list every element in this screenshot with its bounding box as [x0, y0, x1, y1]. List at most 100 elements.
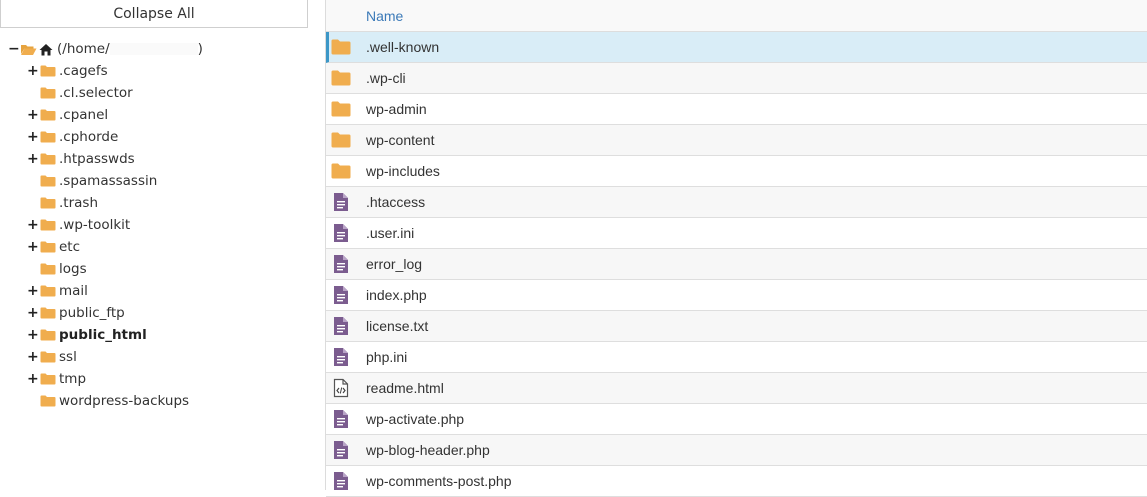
tree-item-label: mail [59, 283, 88, 299]
tree-item-tmp[interactable]: + tmp [27, 368, 86, 390]
expand-toggle-icon[interactable]: + [27, 129, 39, 145]
tree-item-label: .wp-toolkit [59, 217, 131, 233]
expand-toggle-icon[interactable]: + [27, 349, 39, 365]
tree-item-logs[interactable]: logs [27, 258, 87, 280]
folder-icon [40, 241, 56, 253]
tree-item-label: .trash [59, 195, 98, 211]
folder-icon [40, 307, 56, 319]
tree-item-cl-selector[interactable]: .cl.selector [27, 82, 133, 104]
tree-item-label: public_ftp [59, 305, 125, 321]
expand-toggle-icon[interactable]: + [27, 371, 39, 387]
folder-icon [40, 329, 56, 341]
folder-icon [40, 65, 56, 77]
directory-tree-pane: Collapse All − (/home/ ) + .cagefs .cl.sel… [0, 0, 310, 490]
file-name: wp-blog-header.php [366, 442, 490, 458]
tree-item-cpanel[interactable]: + .cpanel [27, 104, 108, 126]
tree-item-etc[interactable]: + etc [27, 236, 80, 258]
tree-item-label: .cpanel [59, 107, 109, 123]
folder-icon [40, 263, 56, 275]
collapse-all-button[interactable]: Collapse All [0, 0, 308, 28]
folder-icon [330, 160, 352, 182]
text-file-icon [330, 408, 352, 430]
file-row[interactable]: .well-known [326, 32, 1147, 63]
folder-icon [40, 351, 56, 363]
tree-root-label: (/home/ [57, 41, 110, 57]
file-row[interactable]: wp-content [326, 125, 1147, 156]
text-file-icon [330, 284, 352, 306]
tree-item-label: logs [59, 261, 87, 277]
folder-icon [330, 129, 352, 151]
tree-item-cphorde[interactable]: + .cphorde [27, 126, 118, 148]
expand-toggle-icon[interactable]: + [27, 107, 39, 123]
expand-toggle-icon[interactable]: + [27, 239, 39, 255]
file-name: error_log [366, 256, 423, 272]
file-row[interactable]: php.ini [326, 342, 1147, 373]
tree-item-label: tmp [59, 371, 87, 387]
tree-item-cagefs[interactable]: + .cagefs [27, 60, 108, 82]
tree-item-label: wordpress-backups [59, 393, 190, 409]
file-row[interactable]: error_log [326, 249, 1147, 280]
file-row[interactable]: readme.html [326, 373, 1147, 404]
file-name: .user.ini [366, 225, 415, 241]
text-file-icon [330, 222, 352, 244]
folder-icon [40, 197, 56, 209]
expand-toggle-icon[interactable]: + [27, 63, 39, 79]
file-row[interactable]: wp-includes [326, 156, 1147, 187]
tree-item-public-ftp[interactable]: + public_ftp [27, 302, 125, 324]
file-name: license.txt [366, 318, 429, 334]
folder-icon [40, 87, 56, 99]
folder-icon [330, 36, 352, 58]
expand-toggle-icon[interactable]: + [27, 283, 39, 299]
folder-icon [40, 153, 56, 165]
tree-item-ssl[interactable]: + ssl [27, 346, 77, 368]
folder-icon [40, 373, 56, 385]
folder-icon [40, 109, 56, 121]
file-name: index.php [366, 287, 427, 303]
file-row[interactable]: .wp-cli [326, 63, 1147, 94]
file-name: wp-activate.php [366, 411, 465, 427]
text-file-icon [330, 470, 352, 492]
file-name: php.ini [366, 349, 408, 365]
tree-item-label: ssl [59, 349, 77, 365]
tree-item-label: .cl.selector [59, 85, 133, 101]
file-name: wp-content [366, 132, 435, 148]
folder-icon [40, 175, 56, 187]
folder-icon [40, 131, 56, 143]
file-row[interactable]: wp-comments-post.php [326, 466, 1147, 497]
file-name: wp-comments-post.php [366, 473, 512, 489]
tree-item-spamassassin[interactable]: .spamassassin [27, 170, 157, 192]
collapse-toggle-icon[interactable]: − [8, 41, 20, 57]
expand-toggle-icon[interactable]: + [27, 305, 39, 321]
file-row[interactable]: wp-admin [326, 94, 1147, 125]
tree-item-wordpress-backups[interactable]: wordpress-backups [27, 390, 189, 412]
tree-item-trash[interactable]: .trash [27, 192, 98, 214]
file-list-header: Name [326, 0, 1147, 32]
tree-item-label: public_html [59, 327, 147, 343]
file-row[interactable]: wp-blog-header.php [326, 435, 1147, 466]
tree-item-mail[interactable]: + mail [27, 280, 88, 302]
file-row[interactable]: .user.ini [326, 218, 1147, 249]
tree-root-home[interactable]: − (/home/ ) [8, 38, 203, 60]
file-row[interactable]: wp-activate.php [326, 404, 1147, 435]
tree-item-label: .cagefs [59, 63, 108, 79]
expand-toggle-icon[interactable]: + [27, 151, 39, 167]
expand-toggle-icon[interactable]: + [27, 217, 39, 233]
folder-icon [40, 395, 56, 407]
folder-icon [330, 67, 352, 89]
tree-item-label: etc [59, 239, 81, 255]
tree-item-htpasswds[interactable]: + .htpasswds [27, 148, 135, 170]
file-name: .well-known [366, 39, 440, 55]
expand-toggle-icon[interactable]: + [27, 327, 39, 343]
file-row[interactable]: license.txt [326, 311, 1147, 342]
text-file-icon [330, 191, 352, 213]
name-column-header[interactable]: Name [366, 8, 403, 24]
text-file-icon [330, 253, 352, 275]
file-row[interactable]: .htaccess [326, 187, 1147, 218]
home-icon [39, 43, 53, 56]
text-file-icon [330, 439, 352, 461]
tree-item-wp-toolkit[interactable]: + .wp-toolkit [27, 214, 130, 236]
file-row[interactable]: index.php [326, 280, 1147, 311]
folder-icon [330, 98, 352, 120]
tree-item-public-html[interactable]: + public_html [27, 324, 147, 346]
file-name: wp-admin [366, 101, 427, 117]
